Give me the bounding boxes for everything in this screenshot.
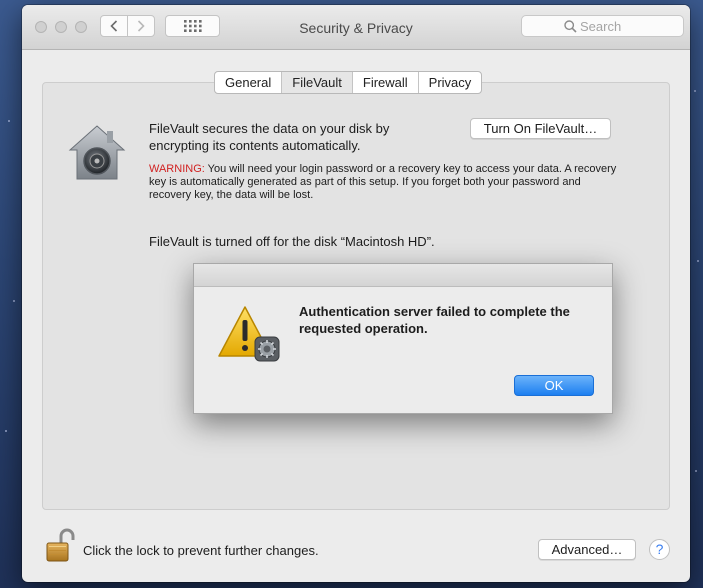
dialog-title-bar bbox=[194, 264, 612, 287]
warning-label: WARNING: bbox=[149, 163, 205, 175]
search-icon bbox=[564, 20, 577, 33]
desktop-star bbox=[8, 120, 10, 122]
auth-error-dialog: Authentication server failed to complete… bbox=[193, 263, 613, 414]
desktop-star bbox=[697, 260, 699, 262]
filevault-warning: WARNING: You will need your login passwo… bbox=[149, 163, 619, 202]
desktop-star bbox=[5, 430, 7, 432]
warning-text: You will need your login password or a r… bbox=[149, 163, 617, 201]
desktop-star bbox=[13, 300, 15, 302]
desktop-star bbox=[694, 90, 696, 92]
tab-firewall[interactable]: Firewall bbox=[353, 72, 419, 93]
lock-open-icon[interactable] bbox=[43, 527, 75, 563]
title-bar: Security & Privacy bbox=[22, 5, 690, 50]
tab-privacy[interactable]: Privacy bbox=[419, 72, 482, 93]
search-field[interactable] bbox=[521, 15, 684, 37]
ok-button[interactable]: OK bbox=[514, 375, 594, 396]
filevault-status: FileVault is turned off for the disk “Ma… bbox=[149, 234, 435, 249]
filevault-icon bbox=[68, 125, 126, 180]
tab-general[interactable]: General bbox=[215, 72, 283, 93]
advanced-button[interactable]: Advanced… bbox=[538, 539, 636, 560]
turn-on-filevault-button[interactable]: Turn On FileVault… bbox=[470, 118, 611, 139]
search-input[interactable] bbox=[580, 18, 676, 34]
system-preferences-icon bbox=[254, 336, 280, 362]
help-button[interactable]: ? bbox=[649, 539, 670, 560]
tab-bar: General FileVault Firewall Privacy bbox=[214, 71, 483, 94]
dialog-message: Authentication server failed to complete… bbox=[299, 304, 570, 336]
filevault-description: FileVault secures the data on your disk … bbox=[149, 121, 390, 153]
tab-filevault[interactable]: FileVault bbox=[282, 72, 353, 93]
lock-status-text: Click the lock to prevent further change… bbox=[83, 543, 319, 558]
desktop-star bbox=[695, 470, 697, 472]
